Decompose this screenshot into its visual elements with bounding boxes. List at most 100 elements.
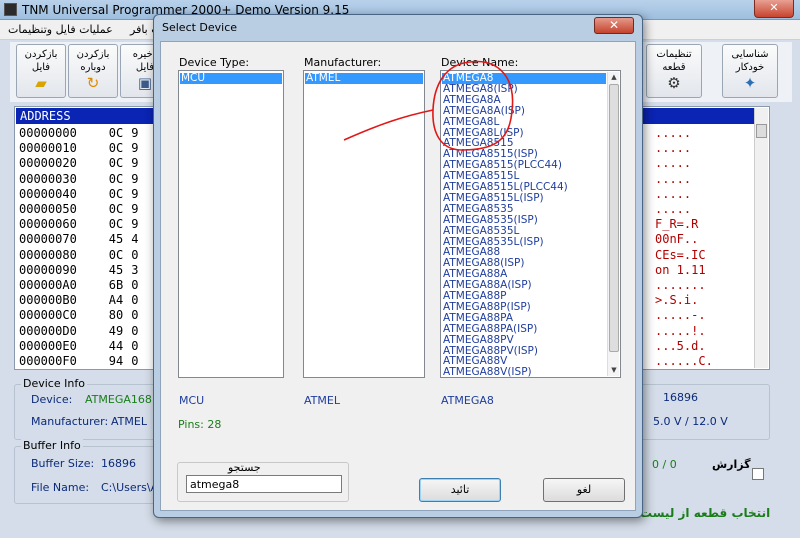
hex-byte: 0 [131,247,139,262]
auto-detect-button[interactable]: شناسایی خودکار ✦ [722,44,778,98]
hex-ascii: ....... [655,278,706,292]
hex-address: 00000060 [19,217,77,232]
hex-byte: 45 [108,262,124,277]
device-type-list[interactable]: MCU [178,70,284,378]
chip-settings-button[interactable]: تنظیمات قطعه ⚙ [646,44,702,98]
buffer-size-value: 16896 [101,457,136,470]
manufacturer-header: Manufacturer: [304,56,382,69]
hex-byte: 0C [108,126,124,140]
window-close-button[interactable]: ✕ [754,0,794,18]
hex-byte: 0C [108,156,124,171]
buffer-size-label: Buffer Size: [31,457,95,470]
scroll-down-icon[interactable]: ▼ [608,365,620,376]
menu-file-settings[interactable]: عملیات فایل وتنظیمات [8,23,113,36]
device-name-list[interactable]: ATMEGA8 ATMEGA8(ISP) ATMEGA8A ATMEGA8A(ISP)… [440,70,621,378]
hex-address: 000000D0 [19,323,77,338]
hex-ascii: 00nF.. [655,232,699,247]
hex-byte: 44 [108,338,124,353]
hex-scrollbar[interactable] [754,108,768,368]
hex-address: 00000010 [19,141,77,156]
app-icon [4,3,17,16]
hex-ascii: CEs=.IC [655,247,706,262]
hex-row: 00000030 0C 9 [19,172,138,187]
device-list-scrollbar[interactable]: ▲ ▼ [607,72,619,376]
hex-scroll-thumb[interactable] [756,124,767,138]
hex-byte: 9 [131,141,139,156]
hex-byte: 0C [108,186,124,201]
manufacturer-list[interactable]: ATMEL [303,70,425,378]
hex-row: 00000000 0C 9 [19,126,138,141]
file-name-label: File Name: [31,481,90,494]
hex-address: 00000050 [19,202,77,216]
hex-row: 000000D0 49 0 [19,324,138,339]
cancel-button[interactable]: لغو [543,478,625,502]
manufacturer-item-atmel[interactable]: ATMEL [305,73,423,84]
hex-ascii: >.S.i. [655,293,699,308]
device-type-header: Device Type: [179,56,250,69]
ok-button[interactable]: تائید [419,478,501,502]
hex-ascii: ..... [655,141,692,156]
hex-ascii: ..... [655,156,692,171]
hex-row: 000000A0 6B 0 [19,278,138,293]
hex-ascii: ..... [655,171,692,186]
hex-row: 000000F0 94 0 [19,354,138,369]
hex-address: 000000C0 [19,308,77,323]
device-size-value: 16896 [663,391,698,404]
hex-byte: 49 [108,323,124,338]
device-name-item[interactable]: ATMEGA8L [443,116,499,128]
voltage-value: 5.0 V / 12.0 V [653,415,728,428]
reopen-label: بازکردن دوباره [76,49,110,73]
report-checkbox[interactable] [752,468,764,480]
device-type-item-mcu[interactable]: MCU [180,73,282,84]
hex-byte: 9 [131,156,139,171]
dialog-title: Select Device [162,21,238,34]
hex-byte: 0C [108,171,124,186]
report-label: گزارش [712,458,751,471]
settings-icon: ⚙ [667,74,681,92]
search-input[interactable] [186,475,342,493]
hex-byte: 0 [131,308,139,323]
manufacturer-value: ATMEL [111,415,147,428]
dialog-title-bar: Select Device ✕ [154,15,642,41]
status-hint: انتخاب قطعه از لیست [640,506,771,520]
device-list-scroll-thumb[interactable] [609,84,619,352]
hex-byte: 9 [131,126,139,140]
chip-icon: ✦ [743,74,757,92]
device-name-item[interactable]: ATMEGA88V(ISP) [443,367,532,377]
folder-icon: ▰ [35,74,47,92]
hex-byte: 4 [131,232,139,247]
select-device-dialog: Select Device ✕ Device Type: Manufacture… [153,14,643,518]
hex-byte: 9 [131,171,139,186]
hex-row: 00000060 0C 9 [19,217,138,232]
hex-byte: 0C [108,202,124,216]
reopen-icon: ↻ [86,74,100,92]
hex-row: 000000E0 44 0 [19,339,138,354]
hex-ascii: on 1.11 [655,262,706,277]
hex-byte: 0C [108,217,124,232]
dialog-close-button[interactable]: ✕ [594,17,634,34]
hex-byte: 0 [131,293,139,308]
hex-ascii: F_R=.R [655,217,699,232]
search-label: جستجو [228,461,261,474]
device-name-header: Device Name: [441,56,519,69]
hex-byte: 80 [108,308,124,323]
scroll-up-icon[interactable]: ▲ [608,72,620,83]
hex-address: 00000000 [19,126,77,140]
device-name-item[interactable]: ATMEGA88PV [443,334,514,346]
chip-settings-label: تنظیمات قطعه [656,49,692,73]
hex-byte: 9 [131,186,139,201]
hex-byte: 6B [108,278,124,292]
device-name-item[interactable]: ATMEGA8535L [443,225,519,237]
reload-file-button[interactable]: بازکردن فایل ▰ [16,44,66,98]
hex-ascii: ..... [655,202,692,216]
hex-byte: A4 [108,293,124,308]
hex-address: 00000070 [19,232,77,247]
reopen-button[interactable]: بازکردن دوباره ↻ [68,44,118,98]
hex-address: 00000040 [19,186,77,201]
hex-byte: 0 [131,354,139,368]
hex-ascii: ..... [655,126,692,140]
hex-address: 000000F0 [19,354,77,368]
hex-ascii: ..... [655,186,692,201]
device-value: ATMEGA168 [85,393,152,406]
search-group: جستجو [177,461,349,502]
